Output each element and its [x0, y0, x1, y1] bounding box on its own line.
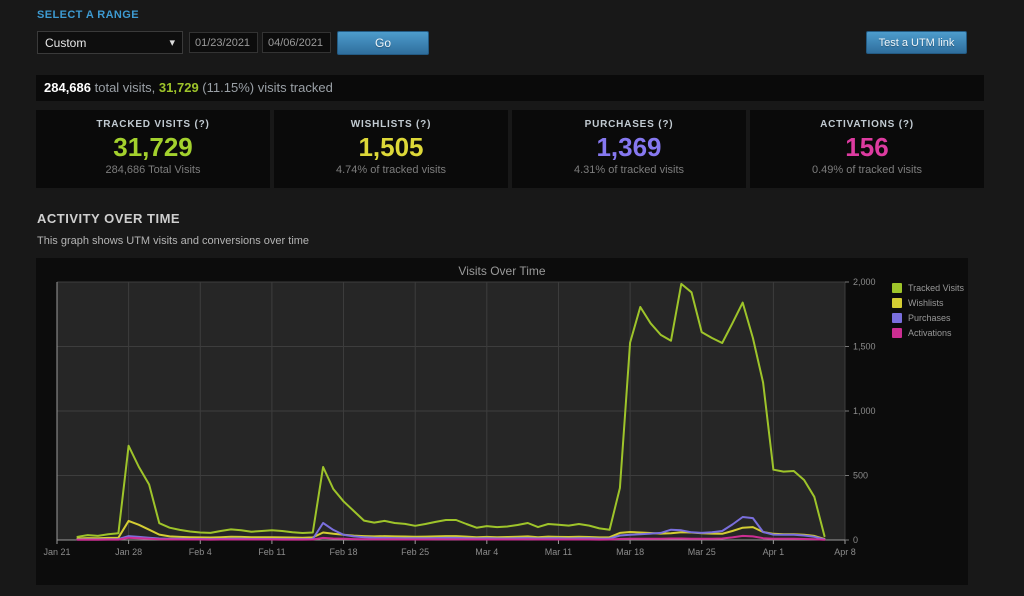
chart-title: Visits Over Time: [36, 264, 968, 278]
visits-summary-bar: 284,686 total visits, 31,729 (11.15%) vi…: [36, 75, 984, 101]
x-tick-label: Feb 4: [189, 547, 212, 557]
chevron-down-icon: ▾: [169, 36, 175, 49]
legend-item-tracked-visits: Tracked Visits: [892, 280, 964, 295]
card-label: ACTIVATIONS (?): [820, 119, 914, 130]
card-label-text: PURCHASES: [585, 119, 659, 130]
card-wishlists: WISHLISTS (?) 1,505 4.74% of tracked vis…: [274, 110, 508, 188]
help-link[interactable]: (?): [194, 119, 209, 130]
legend-swatch-icon: [892, 283, 902, 293]
x-tick-label: Apr 1: [763, 547, 785, 557]
test-utm-link-button[interactable]: Test a UTM link: [866, 31, 967, 54]
tracked-visits-count: 31,729: [159, 80, 199, 95]
card-activations: ACTIVATIONS (?) 156 0.49% of tracked vis…: [750, 110, 984, 188]
legend-label: Tracked Visits: [908, 283, 964, 293]
legend-item-wishlists: Wishlists: [892, 295, 964, 310]
help-link[interactable]: (?): [658, 119, 673, 130]
total-visits-text: total visits,: [91, 80, 159, 95]
x-tick-label: Jan 21: [43, 547, 70, 557]
legend-label: Wishlists: [908, 298, 944, 308]
help-link[interactable]: (?): [416, 119, 431, 130]
card-label-text: ACTIVATIONS: [820, 119, 899, 130]
x-tick-label: Mar 25: [688, 547, 716, 557]
card-subtext: 4.74% of tracked visits: [336, 164, 446, 176]
card-value: 1,505: [358, 133, 423, 161]
legend-item-activations: Activations: [892, 325, 964, 340]
card-subtext: 0.49% of tracked visits: [812, 164, 922, 176]
visits-over-time-chart-panel: Jan 21 Jan 28 Feb 4 Feb 11 Feb 18 Feb 25 Mar 4…: [36, 258, 968, 585]
help-link[interactable]: (?): [899, 119, 914, 130]
card-value: 1,369: [596, 133, 661, 161]
end-date-input[interactable]: [262, 32, 331, 53]
x-tick-label: Mar 4: [475, 547, 498, 557]
go-button[interactable]: Go: [337, 31, 429, 55]
range-select[interactable]: Custom ▾: [37, 31, 183, 54]
select-range-label: SELECT A RANGE: [37, 9, 139, 21]
tracked-visits-text: (11.15%) visits tracked: [199, 80, 333, 95]
range-select-value: Custom: [45, 36, 86, 50]
y-tick-label: 500: [853, 471, 868, 481]
legend-swatch-icon: [892, 313, 902, 323]
y-tick-label: 0: [853, 535, 858, 545]
legend-swatch-icon: [892, 298, 902, 308]
legend-item-purchases: Purchases: [892, 310, 964, 325]
x-tick-label: Feb 11: [258, 547, 285, 557]
card-value: 156: [845, 133, 888, 161]
legend-swatch-icon: [892, 328, 902, 338]
chart-legend: Tracked Visits Wishlists Purchases Activati…: [892, 280, 964, 340]
card-label: PURCHASES (?): [585, 119, 674, 130]
x-tick-label: Jan 28: [115, 547, 142, 557]
card-value: 31,729: [113, 133, 193, 161]
card-label-text: TRACKED VISITS: [96, 119, 194, 130]
card-label: WISHLISTS (?): [351, 119, 431, 130]
legend-label: Activations: [908, 328, 952, 338]
visits-over-time-chart: Jan 21 Jan 28 Feb 4 Feb 11 Feb 18 Feb 25 Mar 4…: [36, 258, 968, 585]
y-tick-label: 1,000: [853, 406, 876, 416]
card-purchases: PURCHASES (?) 1,369 4.31% of tracked vis…: [512, 110, 746, 188]
stat-cards-row: TRACKED VISITS (?) 31,729 284,686 Total …: [36, 110, 984, 188]
card-label: TRACKED VISITS (?): [96, 119, 209, 130]
card-subtext: 4.31% of tracked visits: [574, 164, 684, 176]
x-tick-label: Mar 18: [616, 547, 644, 557]
activity-section-subtitle: This graph shows UTM visits and conversi…: [37, 235, 309, 247]
x-tick-label: Apr 8: [834, 547, 856, 557]
legend-label: Purchases: [908, 313, 951, 323]
x-tick-label: Feb 18: [330, 547, 358, 557]
y-tick-label: 2,000: [853, 277, 876, 287]
card-tracked-visits: TRACKED VISITS (?) 31,729 284,686 Total …: [36, 110, 270, 188]
card-label-text: WISHLISTS: [351, 119, 416, 130]
x-tick-label: Mar 11: [545, 547, 572, 557]
activity-section-title: ACTIVITY OVER TIME: [37, 211, 180, 226]
x-tick-label: Feb 25: [401, 547, 429, 557]
y-tick-label: 1,500: [853, 342, 876, 352]
total-visits-count: 284,686: [44, 80, 91, 95]
card-subtext: 284,686 Total Visits: [106, 164, 201, 176]
start-date-input[interactable]: [189, 32, 258, 53]
